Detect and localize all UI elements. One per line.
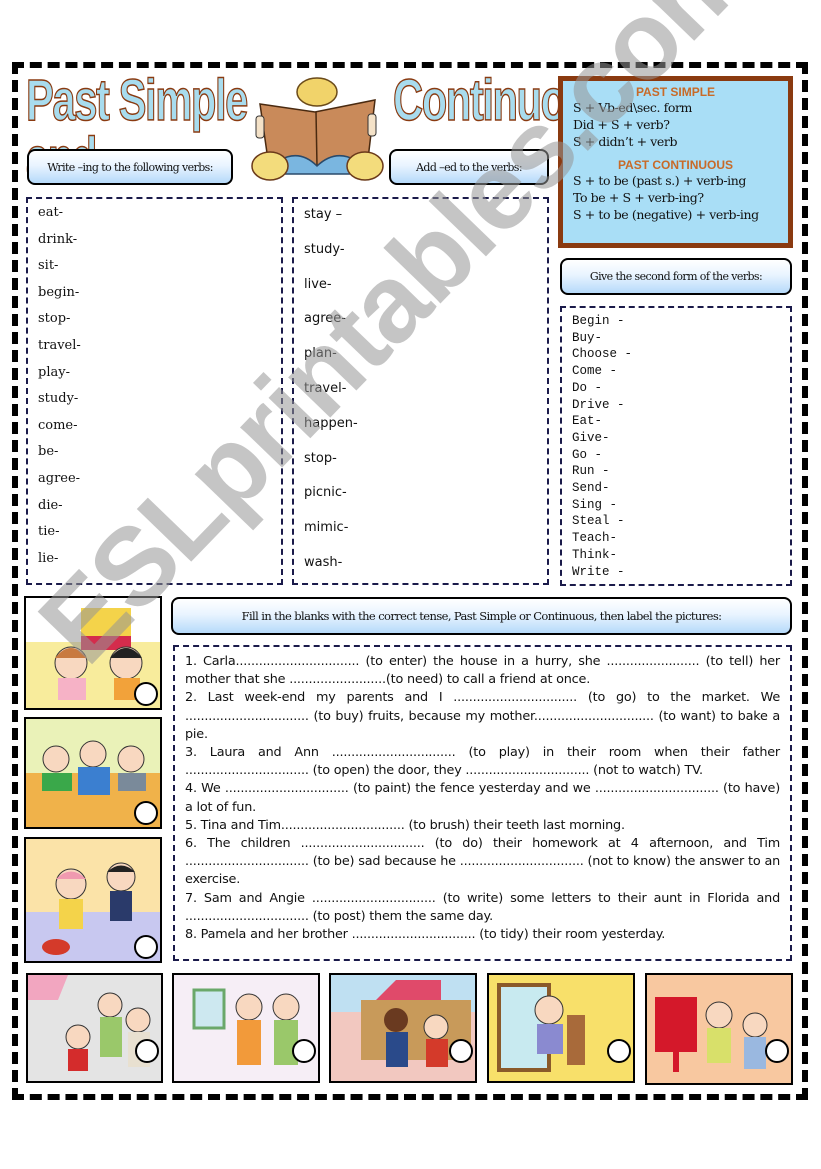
exercise-box: 1. Carla................................… [173, 645, 792, 961]
ing-verb-item: come- [38, 417, 78, 433]
exercise-sentence: 7. Sam and Angie .......................… [185, 890, 780, 924]
ed-verb-item: wash- [304, 555, 343, 570]
exercise-sentence: 1. Carla................................… [185, 654, 780, 688]
second-form-verb-item: Buy- [572, 330, 603, 345]
ing-verb-item: eat- [38, 205, 64, 220]
past-simple-line: S + Vb-ed\sec. form [573, 100, 692, 115]
label-circle[interactable] [449, 1039, 473, 1063]
ing-verb-item: sit- [38, 258, 59, 274]
ed-verb-item: live- [304, 276, 332, 292]
ing-verb-item: begin- [38, 284, 80, 300]
second-form-verb-item: Do - [572, 380, 603, 395]
picture-market [26, 973, 163, 1083]
exercise-sentence: 2. Last week-end my parents and I ......… [185, 690, 780, 742]
heading-fill-in: Fill in the blanks with the correct tens… [171, 597, 792, 635]
second-form-verb-item: Come - [572, 364, 618, 379]
second-form-verb-item: Choose - [572, 347, 633, 362]
ed-verb-item: stop- [304, 450, 337, 466]
label-circle[interactable] [134, 935, 158, 959]
ing-verb-item: stop- [38, 311, 71, 327]
label-circle[interactable] [134, 682, 158, 706]
ed-verb-item: travel- [304, 381, 347, 396]
second-form-verb-item: Write - [572, 564, 625, 579]
ing-verbs-box: eat-drink-sit-begin-stop-travel-play-stu… [26, 197, 283, 585]
ing-verb-item: agree- [38, 471, 81, 486]
exercise-sentence: 4. We ................................ (… [185, 781, 780, 815]
second-form-verb-item: Think- [572, 547, 618, 562]
label-circle[interactable] [135, 1039, 159, 1063]
ing-verb-item: travel- [38, 338, 81, 353]
ing-verb-item: lie- [38, 550, 59, 566]
ing-verb-item: be- [38, 444, 59, 460]
ing-verb-item: tie- [38, 524, 60, 540]
second-form-verb-item: Send- [572, 481, 610, 495]
heading-ing: Write –ing to the following verbs: [27, 149, 233, 185]
ed-verb-item: happen- [304, 415, 358, 431]
past-simple-line: S + didn’t + verb [573, 134, 678, 149]
second-form-box: Begin - Buy- Choose - Come - Do - Drive - Eat-… [560, 306, 792, 586]
second-form-verb-item: Eat- [572, 414, 603, 429]
second-form-verb-item: Begin - [572, 314, 625, 328]
past-simple-line: Did + S + verb? [573, 117, 670, 132]
past-continuous-line: S + to be (negative) + verb-ing [573, 207, 759, 222]
second-form-verb-item: Go - [572, 447, 603, 462]
label-circle[interactable] [134, 801, 158, 825]
second-form-verb-item: Give- [572, 430, 610, 445]
ed-verb-item: mimic- [304, 520, 349, 536]
past-simple-title: PAST SIMPLE [635, 85, 716, 99]
ing-verb-item: study- [38, 391, 79, 407]
exercise-text: 1. Carla................................… [185, 653, 780, 944]
ed-verb-item: plan- [304, 346, 337, 362]
label-circle[interactable] [292, 1039, 316, 1063]
second-form-verb-item: Drive - [572, 397, 625, 412]
ing-verb-item: play- [38, 364, 70, 380]
ed-verbs-box: stay – study-live-agree-plan-travel-happe… [292, 197, 549, 585]
picture-party [24, 596, 162, 710]
title-right: Continuous [392, 68, 612, 133]
ed-verb-item: study- [304, 241, 345, 257]
boy-reading-illustration [251, 77, 384, 181]
exercise-sentence: 5. Tina and Tim.........................… [185, 817, 625, 833]
picture-cleaning [24, 837, 162, 963]
ed-verb-item: stay – [304, 207, 343, 222]
exercise-sentence: 8. Pamela and her brother ..............… [185, 927, 666, 943]
ed-verb-item: agree- [304, 311, 346, 327]
label-circle[interactable] [765, 1039, 789, 1063]
picture-entering-house [487, 973, 635, 1083]
picture-brushing-teeth [172, 973, 320, 1083]
ing-verb-item: drink- [38, 231, 78, 247]
picture-painting-fence [329, 973, 477, 1083]
past-continuous-line: S + to be (past s.) + verb-ing [573, 173, 747, 188]
exercise-sentence: 6. The children ........................… [185, 836, 780, 888]
picture-posting-letters [645, 973, 793, 1085]
second-form-verb-item: Sing - [572, 497, 618, 512]
second-form-verb-item: Run - [572, 464, 610, 479]
second-form-verb-item: Steal - [572, 514, 625, 529]
label-circle[interactable] [607, 1039, 631, 1063]
ing-verb-item: die- [38, 497, 63, 513]
heading-second-form: Give the second form of the verbs: [560, 258, 792, 295]
exercise-sentence: 3. Laura and Ann .......................… [185, 745, 780, 779]
past-continuous-title: PAST CONTINUOUS [617, 158, 734, 172]
past-continuous-line: To be + S + verb-ing? [573, 190, 704, 205]
second-form-verb-item: Teach- [572, 531, 618, 546]
heading-ed: Add –ed to the verbs: [389, 149, 549, 185]
picture-studying [24, 717, 162, 829]
formula-box: PAST SIMPLE S + Vb-ed\sec. form Did + S … [558, 76, 793, 248]
ed-verb-item: picnic- [304, 485, 347, 501]
